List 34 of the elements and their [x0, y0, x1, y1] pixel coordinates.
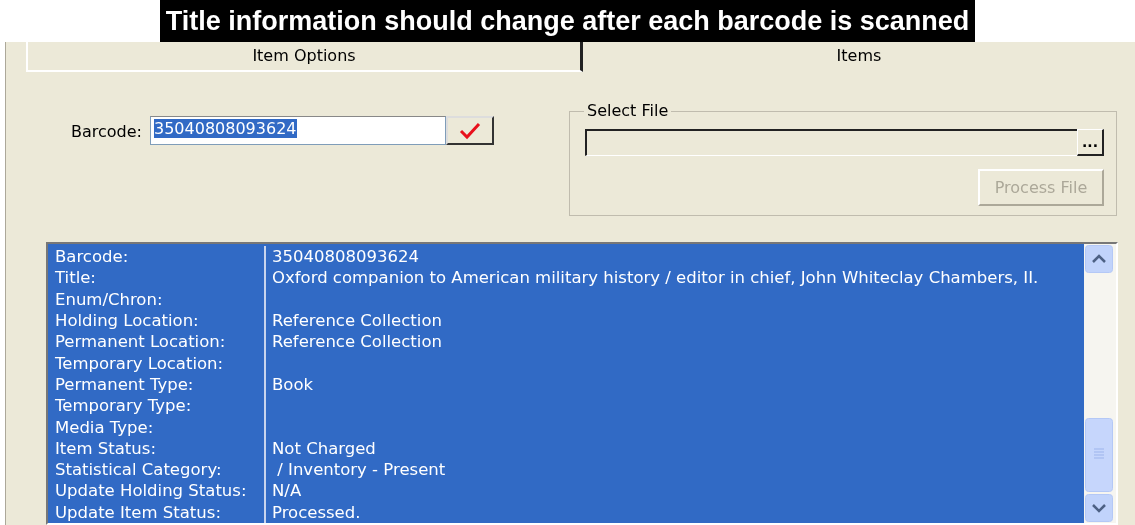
scroll-up-icon[interactable] [1085, 245, 1113, 274]
field-value: Reference Collection [271, 310, 443, 332]
field-label: Temporary Location: [48, 352, 266, 374]
field-label: Temporary Type: [48, 395, 266, 417]
barcode-label: Barcode: [71, 122, 142, 141]
checkmark-icon [459, 121, 481, 140]
field-value: N/A [271, 480, 303, 502]
field-label: Update Item Status: [48, 501, 266, 523]
scroll-thumb[interactable] [1085, 418, 1113, 492]
caption-banner: Title information should change after each barcode is scanned [159, 0, 976, 42]
file-path-field[interactable] [585, 129, 1077, 156]
field-label: Holding Location: [48, 310, 266, 332]
field-label: Media Type: [48, 416, 266, 438]
field-value: / Inventory - Present [276, 459, 447, 481]
field-label: Item Status: [48, 437, 266, 460]
field-value: Oxford companion to American military history / editor in chief, John Whiteclay Chambers, II. [271, 267, 1040, 289]
field-label: Permanent Type: [48, 373, 266, 396]
field-value: 35040808093624 [271, 246, 420, 268]
field-label: Enum/Chron: [48, 288, 266, 311]
scroll-down-icon[interactable] [1085, 494, 1113, 522]
submit-button[interactable] [446, 116, 494, 145]
field-value: Processed. [271, 501, 362, 523]
scrollbar[interactable] [1084, 244, 1116, 523]
field-value: Reference Collection [271, 331, 443, 353]
field-label: Update Holding Status: [48, 480, 266, 502]
field-value: Not Charged [271, 437, 377, 460]
tab[interactable]: Item Options [26, 42, 583, 72]
field-label: Statistical Category: [48, 459, 266, 481]
barcode-field[interactable]: 35040808093624 [150, 116, 446, 145]
field-value: Book [271, 373, 315, 396]
field-label: Barcode: [48, 246, 266, 268]
field-label: Title: [48, 267, 266, 289]
browse-button[interactable]: ... [1077, 129, 1104, 156]
field-label: Permanent Location: [48, 331, 266, 353]
